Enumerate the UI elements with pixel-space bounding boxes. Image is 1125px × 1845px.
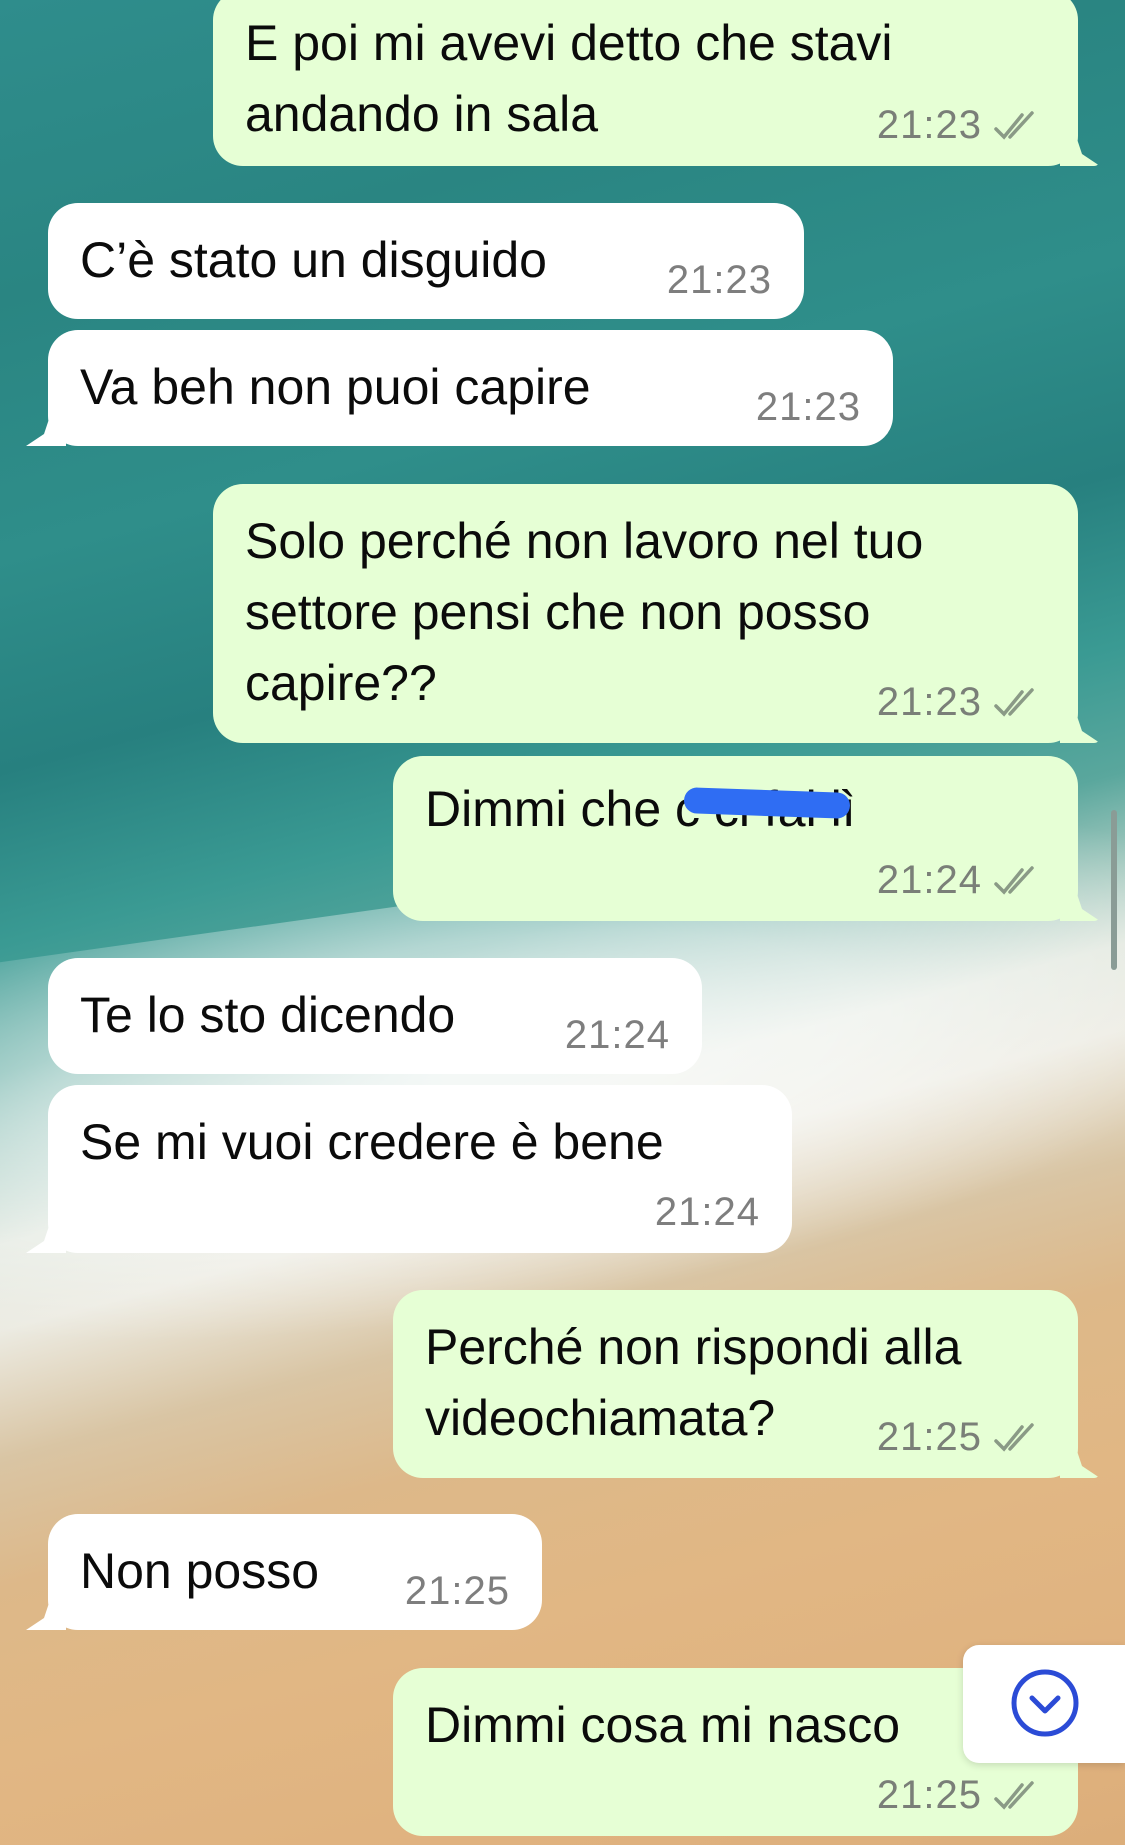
message-time: 21:24 [564, 1013, 670, 1057]
message-time: 21:23 [755, 385, 861, 429]
message-bubble-incoming[interactable]: Non posso 21:25 [48, 1514, 542, 1630]
message-meta: 21:25 [405, 1569, 510, 1614]
message-bubble-incoming[interactable]: C’è stato un disguido 21:23 [48, 203, 804, 319]
message-text: Solo perché non lavoro nel tuo settore p… [245, 513, 924, 711]
message-bubble-outgoing[interactable]: E poi mi avevi detto che stavi andando i… [213, 0, 1078, 166]
message-time: 21:25 [876, 1773, 982, 1817]
message-time: 21:23 [666, 258, 772, 302]
message-meta: 21:24 [655, 1190, 760, 1235]
message-meta: 21:25 [877, 1773, 1046, 1818]
message-time: 21:25 [404, 1569, 510, 1613]
message-bubble-outgoing[interactable]: Dimmi che c ci fai lì 21:24 [393, 756, 1078, 921]
message-meta: 21:24 [565, 1013, 670, 1058]
chevron-down-circle-icon [1011, 1669, 1079, 1737]
message-bubble-outgoing[interactable]: Perché non rispondi alla videochiamata? … [393, 1290, 1078, 1478]
message-meta: 21:23 [877, 680, 1046, 725]
message-meta: 21:24 [877, 858, 1046, 903]
double-check-icon [994, 1780, 1034, 1810]
double-check-icon [994, 1422, 1034, 1452]
message-meta: 21:25 [877, 1415, 1046, 1460]
message-text: Dimmi cosa mi nasco [425, 1697, 901, 1753]
message-text: Non posso [80, 1543, 320, 1599]
message-time: 21:23 [876, 103, 982, 147]
scrollbar[interactable] [1111, 810, 1117, 970]
message-text: Va beh non puoi capire [80, 359, 591, 415]
message-bubble-incoming[interactable]: Va beh non puoi capire 21:23 [48, 330, 893, 446]
message-text: Se mi vuoi credere è bene [80, 1114, 664, 1170]
message-text: Te lo sto dicendo [80, 987, 456, 1043]
message-time: 21:23 [876, 680, 982, 724]
message-bubble-incoming[interactable]: Se mi vuoi credere è bene 21:24 [48, 1085, 792, 1253]
message-bubble-incoming[interactable]: Te lo sto dicendo 21:24 [48, 958, 702, 1074]
message-meta: 21:23 [756, 385, 861, 430]
message-time: 21:24 [876, 858, 982, 902]
message-time: 21:25 [876, 1415, 982, 1459]
double-check-icon [994, 865, 1034, 895]
double-check-icon [994, 110, 1034, 140]
message-text: E poi mi avevi detto che stavi andando i… [245, 15, 893, 142]
double-check-icon [994, 687, 1034, 717]
message-meta: 21:23 [667, 258, 772, 303]
message-meta: 21:23 [877, 103, 1046, 148]
message-bubble-outgoing[interactable]: Solo perché non lavoro nel tuo settore p… [213, 484, 1078, 743]
message-time: 21:24 [654, 1190, 760, 1234]
scroll-to-bottom-button[interactable] [963, 1645, 1125, 1763]
message-text: C’è stato un disguido [80, 232, 547, 288]
